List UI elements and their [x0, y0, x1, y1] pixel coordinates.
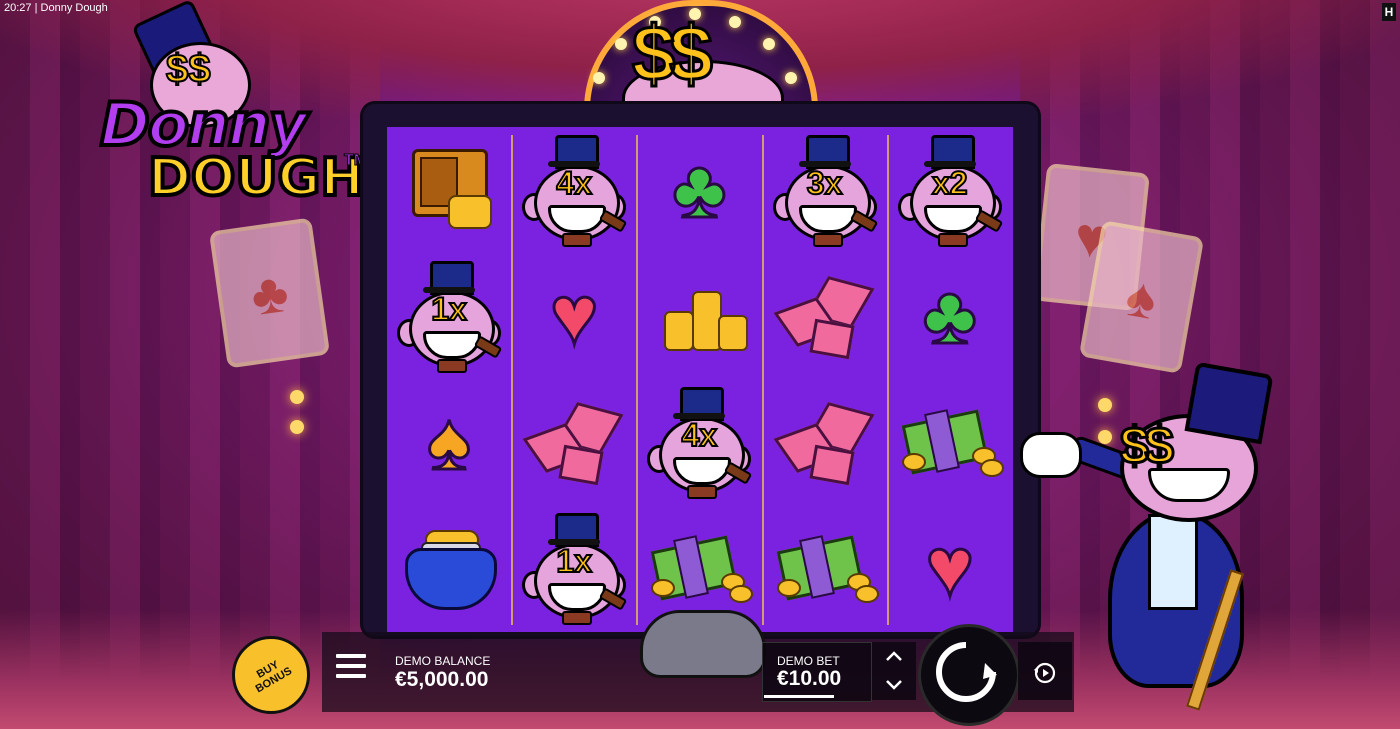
- multiplier-label: 4x: [681, 416, 719, 454]
- multiplier-face-icon: 4x: [522, 135, 628, 247]
- reel-cell: [763, 505, 887, 631]
- bet-level-bar: [764, 695, 834, 698]
- host-dollar-eyes: $$: [1119, 416, 1176, 477]
- status-separator: |: [34, 2, 38, 14]
- multiplier-face-icon: 1x: [522, 513, 628, 625]
- club-icon: ♣: [671, 144, 728, 235]
- multiplier-face-icon: x2: [897, 135, 1004, 247]
- reel-cell: 4x: [637, 379, 761, 505]
- game-logo: $$ Donny DOUGH TM: [98, 0, 390, 222]
- autoplay-icon: [1034, 662, 1056, 684]
- logo-title-line2: DOUGH: [146, 146, 366, 210]
- reel-cell: [763, 253, 887, 379]
- reel-cell: [763, 379, 887, 505]
- status-time: 20:27: [4, 2, 32, 14]
- provider-logo: H: [1382, 3, 1396, 21]
- multiplier-label: 1x: [430, 290, 468, 328]
- bet-increase-icon[interactable]: [885, 648, 903, 666]
- status-bar: 20:27 | Donny Dough: [4, 2, 108, 14]
- stage-bulb: [290, 390, 304, 404]
- reel-cell: [387, 127, 511, 253]
- reel-cell: ♣: [888, 253, 1012, 379]
- spade-icon: ♠: [426, 396, 473, 487]
- balance-label: DEMO BALANCE: [395, 654, 491, 668]
- reel-grid: 1x ♠ 4x ♥ 1x ♣ 4x 3x x2 ♣ ♥: [387, 127, 1013, 632]
- reel-separator: [636, 135, 639, 625]
- heart-icon: ♥: [924, 522, 976, 613]
- host-glove: [1020, 432, 1082, 478]
- cash-icon: [901, 407, 1004, 477]
- reel-cell: 4x: [512, 127, 636, 253]
- reel-cell: ♥: [512, 253, 636, 379]
- multiplier-label: 4x: [555, 164, 593, 202]
- multiplier-face-icon: 3x: [772, 135, 878, 247]
- multiplier-face-icon: 4x: [647, 387, 753, 499]
- reel-cell: [888, 379, 1012, 505]
- spin-icon: [936, 642, 997, 702]
- reel-separator: [511, 135, 514, 625]
- reel-cell: ♣: [637, 127, 761, 253]
- reel-cell: [637, 253, 761, 379]
- bet-label: DEMO BET: [777, 654, 840, 668]
- background-club-card: ♣: [208, 217, 331, 369]
- multiplier-face-icon: 1x: [397, 261, 503, 373]
- heart-icon: ♥: [548, 270, 600, 361]
- coins-icon: [654, 271, 749, 361]
- multiplier-label: 1x: [555, 542, 593, 580]
- cash-icon: [651, 533, 754, 603]
- buy-bonus-label: BUY BONUS: [253, 658, 295, 696]
- reel-cell: 3x: [763, 127, 887, 253]
- host-hands: [640, 610, 766, 678]
- marquee-dollar-eyes: $$: [631, 8, 715, 99]
- gem-icon: [773, 276, 875, 360]
- bet-value: €10.00: [777, 667, 842, 690]
- host-shirt: [1148, 514, 1198, 610]
- cash-icon: [776, 533, 879, 603]
- gem-icon: [773, 402, 875, 486]
- reel-cell: [512, 379, 636, 505]
- reel-cell: ♠: [387, 379, 511, 505]
- status-title: Donny Dough: [40, 2, 108, 14]
- logo-dollar-eyes: $$: [165, 46, 211, 92]
- host-top-hat: [1184, 361, 1274, 445]
- safe-icon: [404, 145, 494, 235]
- reel-cell: x2: [888, 127, 1012, 253]
- marquee-bulb: [762, 38, 775, 51]
- reel-cell: [387, 505, 511, 631]
- reel-separator: [886, 135, 889, 625]
- balance-value: €5,000.00: [395, 668, 489, 691]
- reel-column: 1x ♠: [387, 127, 511, 632]
- multiplier-label: x2: [931, 164, 969, 202]
- reel-cell: 1x: [387, 253, 511, 379]
- reel-separator: [761, 135, 764, 625]
- menu-icon[interactable]: [336, 654, 366, 684]
- club-icon: ♣: [921, 270, 978, 361]
- reel-column: ♣ 4x: [637, 127, 761, 632]
- gem-icon: [522, 402, 624, 486]
- purse-icon: [401, 526, 497, 610]
- reel-column: 3x: [763, 127, 887, 632]
- marquee-bulb: [728, 15, 741, 28]
- reel-cell: ♥: [888, 505, 1012, 631]
- bet-decrease-icon[interactable]: [885, 675, 903, 693]
- stage-bulb: [290, 420, 304, 434]
- marquee-bulb: [592, 72, 605, 85]
- buy-bonus-button[interactable]: BUY BONUS: [232, 636, 310, 714]
- reel-cell: 1x: [512, 505, 636, 631]
- multiplier-label: 3x: [806, 164, 844, 202]
- reel-column: 4x ♥ 1x: [512, 127, 636, 632]
- reel-column: x2 ♣ ♥: [888, 127, 1012, 632]
